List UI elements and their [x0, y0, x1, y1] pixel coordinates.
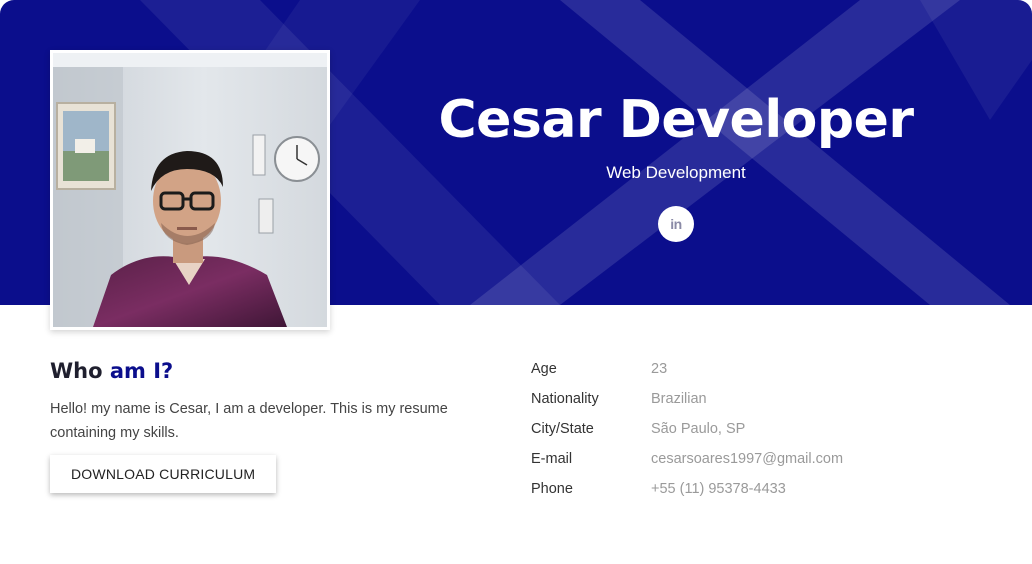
info-row-nationality: Nationality Brazilian: [531, 388, 843, 418]
info-row-age: Age 23: [531, 358, 843, 388]
info-label: Phone: [531, 481, 573, 497]
about-title: Who am I?: [50, 355, 480, 387]
info-row-phone: Phone +55 (11) 95378-4433: [531, 478, 843, 508]
linkedin-icon: in: [670, 216, 682, 232]
about-title-start: Who: [50, 359, 103, 383]
download-curriculum-button[interactable]: DOWNLOAD CURRICULUM: [50, 455, 277, 493]
info-label: City/State: [531, 421, 594, 437]
profile-photo: [50, 50, 330, 330]
about-description: Hello! my name is Cesar, I am a develope…: [50, 401, 448, 441]
info-value: 23: [651, 361, 668, 377]
info-label: E-mail: [531, 451, 573, 467]
hero-text: Cesar Developer Web Development in: [420, 0, 932, 242]
linkedin-button[interactable]: in: [658, 206, 694, 242]
info-row-city-state: City/State São Paulo, SP: [531, 418, 843, 448]
info-value: Brazilian: [651, 391, 707, 407]
personal-info-list: Age 23 Nationality Brazilian City/State …: [531, 358, 843, 508]
info-value: cesarsoares1997@gmail.com: [651, 451, 844, 467]
about-section: Who am I? Hello! my name is Cesar, I am …: [50, 355, 480, 493]
about-title-accent: am I?: [109, 359, 174, 383]
info-value: +55 (11) 95378-4433: [651, 481, 786, 497]
info-label: Age: [531, 361, 557, 377]
profile-name: Cesar Developer: [438, 90, 915, 150]
info-label: Nationality: [531, 391, 599, 407]
profile-card: Cesar Developer Web Development in Who a…: [0, 0, 1032, 564]
profile-photo-image: [53, 53, 327, 327]
profile-role: Web Development: [606, 163, 746, 182]
info-row-email: E-mail cesarsoares1997@gmail.com: [531, 448, 843, 478]
info-value: São Paulo, SP: [651, 421, 746, 437]
